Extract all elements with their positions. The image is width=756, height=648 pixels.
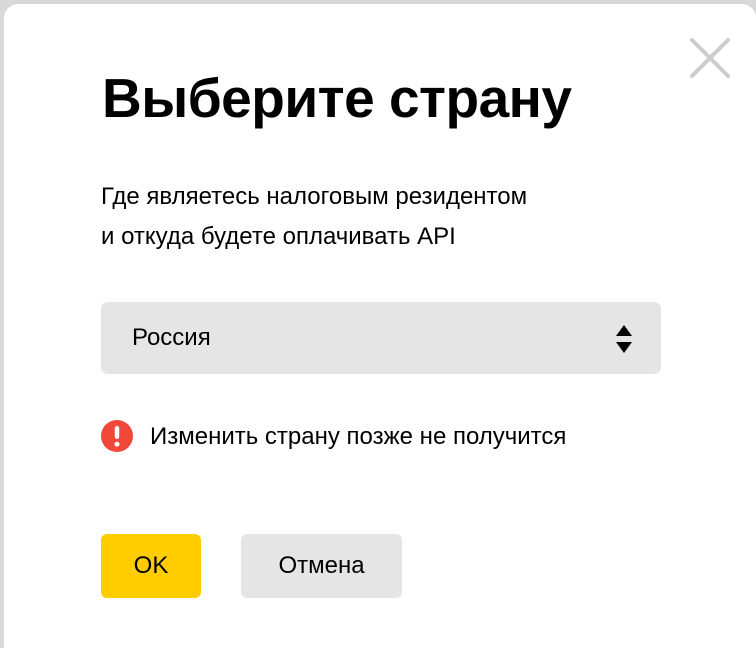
dialog-description: Где являетесь налоговым резидентом и отк… <box>101 177 661 257</box>
description-line: Где являетесь налоговым резидентом <box>101 183 528 210</box>
exclamation-circle-icon <box>101 420 133 452</box>
ok-button[interactable]: OK <box>101 534 201 598</box>
dialog-title: Выберите страну <box>102 67 572 129</box>
country-select-value: Россия <box>132 324 211 351</box>
warning-text: Изменить страну позже не получится <box>150 423 567 450</box>
cancel-button[interactable]: Отмена <box>241 534 402 598</box>
country-select[interactable]: Россия <box>101 302 661 374</box>
select-arrows-icon <box>615 325 633 353</box>
close-icon <box>690 38 730 78</box>
description-line: и откуда будете оплачивать API <box>101 223 456 250</box>
country-select-dialog: Выберите страну Где являетесь налоговым … <box>4 4 756 648</box>
close-button[interactable] <box>688 36 732 80</box>
modal-backdrop: Выберите страну Где являетесь налоговым … <box>0 0 756 648</box>
